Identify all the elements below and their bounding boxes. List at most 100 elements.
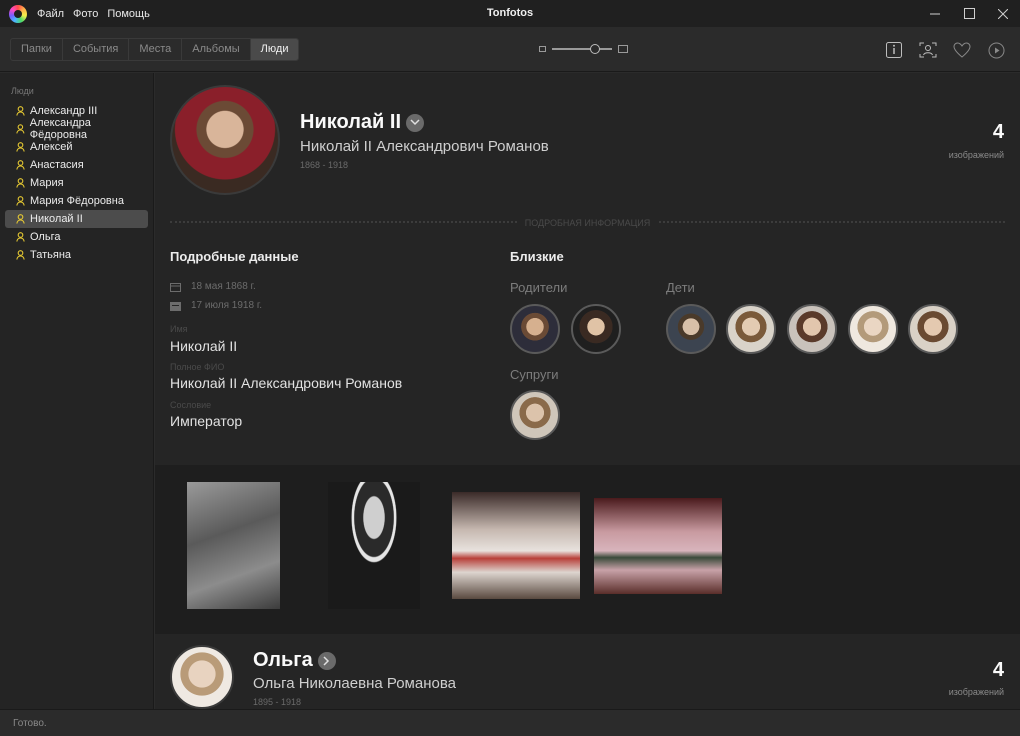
title-label: Сословие	[170, 400, 212, 410]
person-icon	[16, 250, 25, 260]
person-icon	[16, 178, 25, 188]
person-icon	[16, 232, 25, 242]
title-bar: Файл Фото Помощь Tonfotos	[0, 0, 1020, 27]
sidebar-person-item[interactable]: Александра Фёдоровна	[5, 117, 148, 141]
person-card-next: Ольга Ольга Николаевна Романова 1895 - 1…	[155, 635, 1020, 709]
menu-file[interactable]: Файл	[37, 8, 64, 20]
image-count-label: изображений	[948, 150, 1004, 160]
spouses-label: Супруги	[510, 367, 559, 382]
sidebar-person-label: Анастасия	[30, 159, 84, 171]
child-face-5[interactable]	[908, 304, 958, 354]
zoom-control	[539, 44, 628, 54]
person-icon	[16, 214, 25, 224]
sidebar-person-label: Николай II	[30, 213, 83, 225]
next-image-count: 4	[992, 659, 1004, 681]
sidebar-header: Люди	[11, 86, 34, 96]
status-bar: Готово.	[0, 709, 1020, 736]
person-icon	[16, 196, 25, 206]
person-icon	[16, 160, 25, 170]
death-date: 17 июля 1918 г.	[191, 300, 263, 311]
divider-label-wrap: ПОДРОБНАЯ ИНФОРМАЦИЯ	[155, 215, 1020, 229]
maximize-icon[interactable]	[952, 0, 986, 27]
parent-face-1[interactable]	[510, 304, 560, 354]
name-label: Имя	[170, 324, 188, 334]
small-image-icon	[539, 46, 546, 52]
next-image-count-label: изображений	[948, 687, 1004, 697]
child-face-3[interactable]	[787, 304, 837, 354]
children-label: Дети	[666, 280, 695, 295]
zoom-slider[interactable]	[552, 44, 612, 54]
child-face-4[interactable]	[848, 304, 898, 354]
photo-thumbnail-3[interactable]	[452, 492, 580, 599]
status-text: Готово.	[13, 718, 47, 729]
sidebar-person-label: Татьяна	[30, 249, 72, 261]
person-card: Николай II Николай II Александрович Рома…	[155, 73, 1020, 465]
divider-label: ПОДРОБНАЯ ИНФОРМАЦИЯ	[516, 218, 659, 228]
spouse-face-1[interactable]	[510, 390, 560, 440]
close-icon[interactable]	[986, 0, 1020, 27]
next-person-name-row: Ольга	[253, 649, 336, 672]
zoom-slider-track	[552, 48, 612, 50]
birth-date: 18 мая 1868 г.	[191, 281, 256, 292]
photo-thumbnail-1[interactable]	[187, 482, 280, 609]
large-image-icon	[618, 45, 628, 53]
birth-calendar-icon	[170, 282, 181, 292]
sidebar-person-item[interactable]: Ольга	[5, 228, 148, 246]
main-content: Николай II Николай II Александрович Рома…	[155, 73, 1020, 709]
sidebar-person-item[interactable]: Татьяна	[5, 246, 148, 264]
sidebar-person-item[interactable]: Мария	[5, 174, 148, 192]
person-full-name: Николай II Александрович Романов	[300, 138, 549, 155]
sidebar-person-item[interactable]: Мария Фёдоровна	[5, 192, 148, 210]
menu-photo[interactable]: Фото	[73, 8, 98, 20]
fullname-value: Николай II Александрович Романов	[170, 375, 403, 391]
fullname-label: Полное ФИО	[170, 362, 225, 372]
tab-people[interactable]: Люди	[250, 39, 299, 60]
face-recognition-icon[interactable]	[918, 40, 938, 60]
sidebar-person-label: Александра Фёдоровна	[29, 117, 91, 141]
sidebar-person-label: Александр III	[30, 105, 98, 117]
tab-albums[interactable]: Альбомы	[182, 39, 251, 60]
tab-folders[interactable]: Папки	[11, 39, 63, 60]
tab-events[interactable]: События	[63, 39, 130, 60]
toolbar-actions	[870, 40, 1006, 60]
sidebar-person-label: Алексей	[30, 141, 73, 153]
child-face-1[interactable]	[666, 304, 716, 354]
parents-label: Родители	[510, 280, 568, 295]
image-count: 4	[992, 121, 1004, 143]
photo-thumbnail-4[interactable]	[594, 498, 722, 594]
parent-face-2[interactable]	[571, 304, 621, 354]
photo-thumbnail-2[interactable]	[328, 482, 420, 609]
title-value: Император	[170, 413, 243, 429]
birth-date-row: 18 мая 1868 г.	[170, 281, 256, 292]
menu-bar: Файл Фото Помощь	[37, 8, 159, 20]
sidebar-person-label: Мария Фёдоровна	[30, 195, 124, 207]
death-calendar-icon	[170, 301, 181, 311]
menu-help[interactable]: Помощь	[107, 8, 150, 20]
toolbar: Папки События Места Альбомы Люди	[0, 27, 1020, 72]
chevron-down-icon[interactable]	[406, 113, 424, 132]
person-avatar[interactable]	[170, 85, 280, 195]
sidebar-person-item[interactable]: Николай II	[5, 210, 148, 228]
relatives-title: Близкие	[510, 249, 564, 264]
next-person-avatar[interactable]	[170, 645, 234, 709]
death-date-row: 17 июля 1918 г.	[170, 300, 262, 311]
person-years: 1868 - 1918	[300, 160, 349, 170]
people-sidebar: Люди Александр III Александра Фёдоровна Ал…	[0, 73, 154, 709]
info-icon[interactable]	[884, 40, 904, 60]
next-person-years: 1895 - 1918	[253, 697, 302, 707]
minimize-icon[interactable]	[918, 0, 952, 27]
tab-places[interactable]: Места	[129, 39, 183, 60]
person-name-row: Николай II	[300, 111, 424, 134]
next-person-name: Ольга	[253, 649, 313, 671]
favorite-heart-icon[interactable]	[952, 40, 972, 60]
person-icon	[16, 142, 25, 152]
sidebar-person-label: Мария	[30, 177, 64, 189]
child-face-2[interactable]	[726, 304, 776, 354]
play-slideshow-icon[interactable]	[986, 40, 1006, 60]
zoom-slider-thumb[interactable]	[589, 44, 600, 54]
details-title: Подробные данные	[170, 249, 299, 264]
chevron-right-icon[interactable]	[317, 651, 336, 670]
sidebar-person-item[interactable]: Анастасия	[5, 156, 148, 174]
person-name: Николай II	[300, 111, 401, 133]
photo-strip	[155, 465, 1020, 634]
